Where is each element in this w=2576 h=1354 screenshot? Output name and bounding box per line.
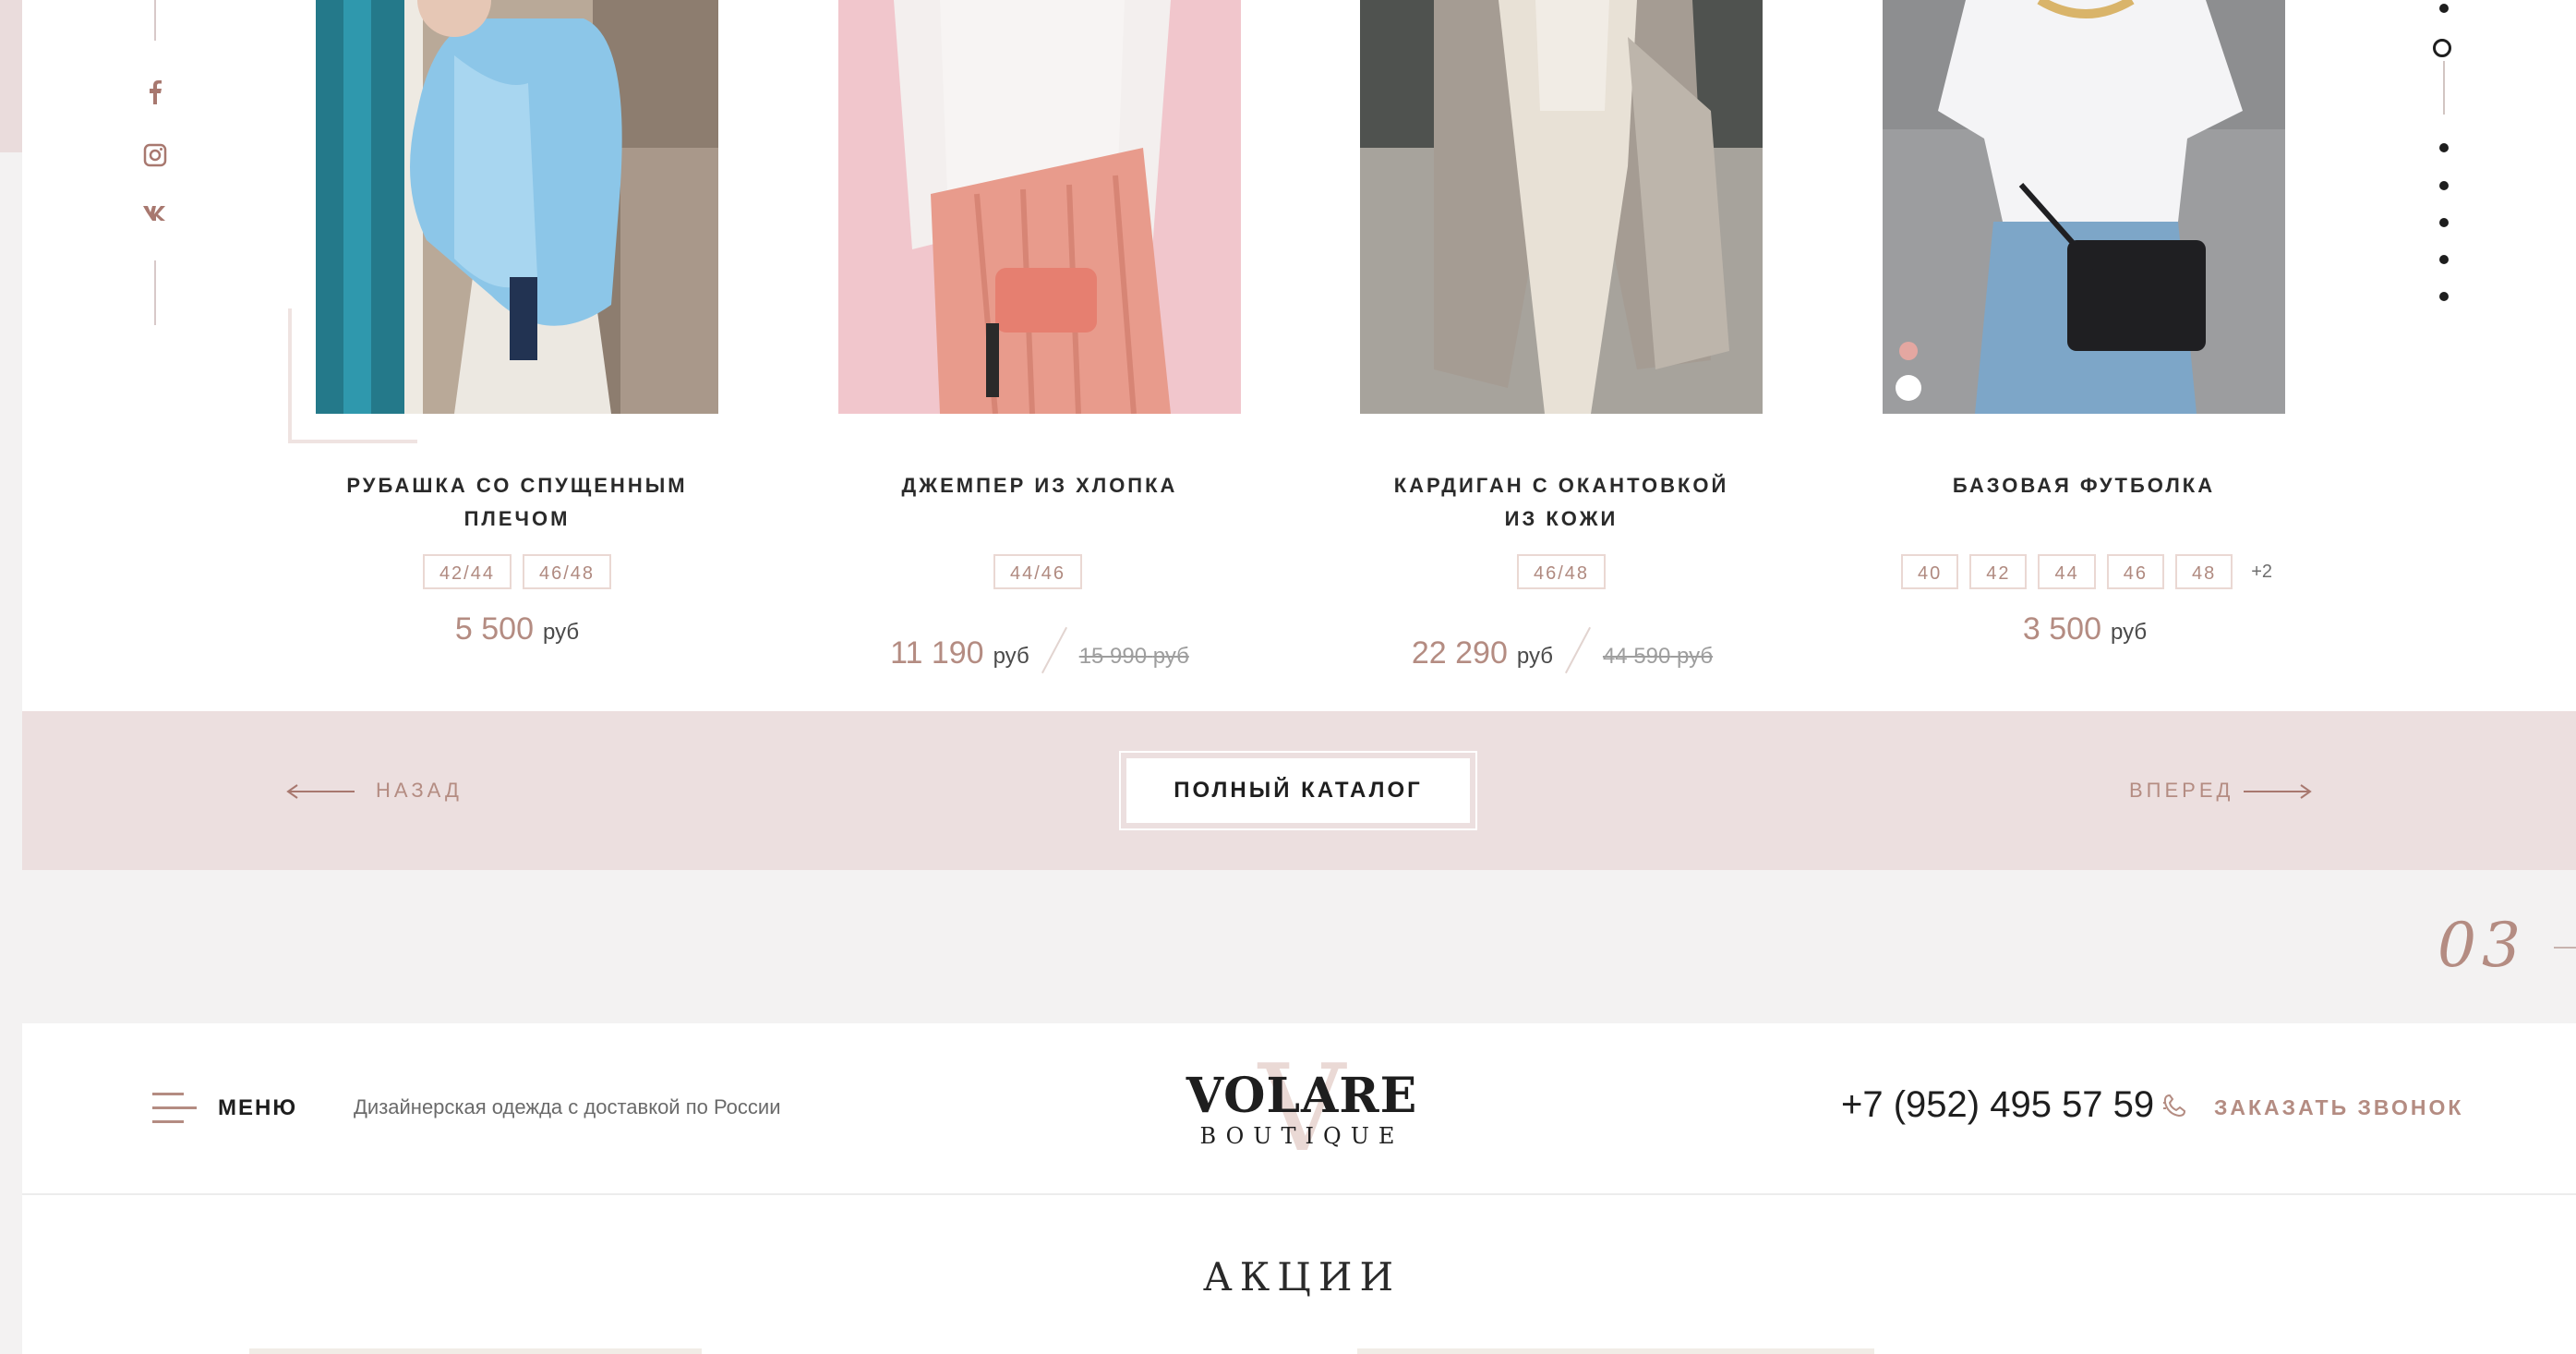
vk-icon[interactable] [137, 194, 174, 231]
size-chip[interactable]: 44 [2038, 554, 2096, 589]
promo-card-edge [249, 1348, 702, 1354]
section-number: 03 [2438, 910, 2526, 981]
pagination-dot-active[interactable] [2433, 39, 2451, 57]
price: 5 500 [454, 611, 534, 647]
price: 22 290 [1411, 635, 1508, 671]
product-image-cardigan[interactable] [1360, 0, 1763, 414]
currency: руб [1516, 644, 1553, 669]
promo-card-edge [1357, 1348, 1874, 1354]
facebook-icon[interactable] [137, 74, 174, 111]
old-price: 44 590 руб [1602, 644, 1714, 669]
product-title-line: Базовая футболка [1952, 474, 2216, 497]
size-chip[interactable]: 40 [1900, 554, 1959, 589]
size-chip[interactable]: 44/46 [993, 554, 1083, 589]
size-chip[interactable]: 48 [2174, 554, 2233, 589]
left-edge-decoration [0, 0, 22, 152]
pagination-dot[interactable] [2439, 218, 2449, 227]
forward-link[interactable]: Вперед [2129, 779, 2233, 803]
section-number-dash [2554, 947, 2576, 949]
card-frame-decoration [288, 308, 292, 443]
menu-button[interactable]: МЕНЮ [218, 1095, 297, 1121]
arrow-left-icon[interactable] [286, 784, 355, 799]
size-options-3: 46/48 [1284, 554, 1838, 589]
social-divider-top [154, 0, 156, 41]
pagination-dot[interactable] [2439, 255, 2449, 264]
more-sizes-link[interactable]: +2 [2244, 554, 2272, 589]
product-title-line: Кардиган с окантовкой [1393, 474, 1729, 497]
product-image-shirt[interactable] [316, 0, 718, 414]
menu-icon[interactable] [152, 1093, 197, 1124]
price-row-4: 3 500 руб [1762, 611, 2408, 647]
full-catalog-label: ПОЛНЫЙ КАТАЛОГ [1126, 758, 1470, 823]
product-image-tshirt[interactable] [1883, 0, 2285, 414]
price-divider [1041, 626, 1067, 674]
product-title-4[interactable]: Базовая футболка [1853, 469, 2315, 502]
size-chip[interactable]: 42/44 [422, 554, 512, 589]
logo-name: VOLARE [1186, 1068, 1418, 1124]
size-options-1: 42/44 46/48 [240, 554, 794, 589]
size-chip[interactable]: 46/48 [1516, 554, 1607, 589]
site-logo[interactable]: V VOLARE BOUTIQUE [1163, 1048, 1440, 1168]
card-frame-decoration [288, 440, 417, 443]
pagination-dot[interactable] [2439, 143, 2449, 152]
instagram-icon[interactable] [137, 137, 174, 174]
old-price: 15 990 руб [1078, 644, 1189, 669]
size-chip[interactable]: 46/48 [523, 554, 612, 589]
pagination-dot[interactable] [2439, 181, 2449, 190]
product-image-jumper[interactable] [838, 0, 1241, 414]
price: 11 190 [890, 635, 984, 671]
price: 3 500 [2022, 611, 2101, 647]
product-title-line: из кожи [1504, 507, 1619, 530]
pagination-dot[interactable] [2439, 292, 2449, 301]
product-title-3[interactable]: Кардиган с окантовкой из кожи [1330, 469, 1792, 536]
product-title-1[interactable]: Рубашка со спущенным плечом [286, 469, 748, 536]
pagination-line [2443, 61, 2445, 115]
pagination-dot[interactable] [2439, 4, 2449, 13]
phone-call-icon[interactable] [2161, 1092, 2188, 1127]
size-options-4: 40 42 44 46 48 +2 [1810, 554, 2364, 589]
header-tagline: Дизайнерская одежда с доставкой по Росси… [354, 1095, 781, 1118]
size-options-2: 44/46 [761, 554, 1315, 589]
back-link[interactable]: Назад [376, 779, 463, 803]
product-title-line: Джемпер из хлопка [901, 474, 1178, 497]
product-title-line: плечом [463, 507, 571, 530]
phone-number[interactable]: +7 (952) 495 57 59 [1841, 1084, 2154, 1126]
currency: руб [993, 644, 1029, 669]
promotions-title: АКЦИИ [1202, 1254, 1402, 1300]
full-catalog-button[interactable]: ПОЛНЫЙ КАТАЛОГ [1119, 751, 1477, 830]
currency: руб [2111, 620, 2148, 645]
price-divider [1564, 626, 1591, 674]
size-chip[interactable]: 46 [2106, 554, 2164, 589]
logo-subtitle: BOUTIQUE [1199, 1123, 1404, 1149]
product-title-2[interactable]: Джемпер из хлопка [809, 469, 1270, 502]
social-divider-bottom [154, 260, 156, 325]
size-chip[interactable]: 42 [1969, 554, 2028, 589]
arrow-right-icon[interactable] [2244, 784, 2312, 799]
request-call-button[interactable]: ЗАКАЗАТЬ ЗВОНОК [2214, 1095, 2463, 1120]
product-title-line: Рубашка со спущенным [346, 474, 688, 497]
currency: руб [543, 620, 580, 645]
